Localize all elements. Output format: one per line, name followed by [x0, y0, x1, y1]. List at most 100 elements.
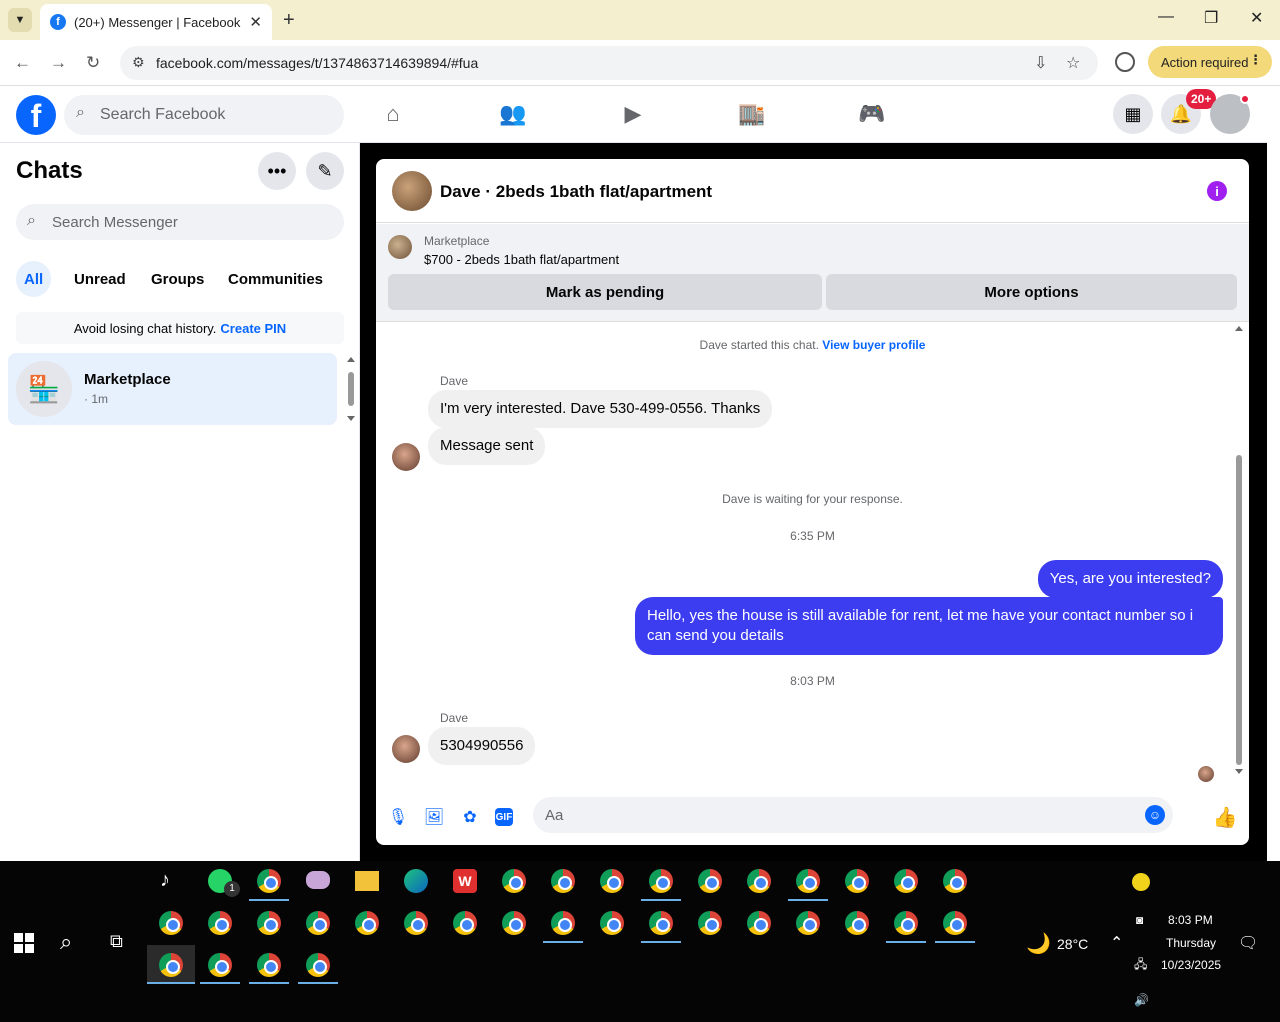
chrome-icon[interactable] — [159, 953, 183, 977]
back-icon[interactable]: ← — [14, 53, 31, 73]
filter-all[interactable]: All — [16, 261, 52, 297]
view-buyer-profile-link[interactable]: View buyer profile — [822, 338, 925, 352]
video-icon[interactable]: ▶ — [619, 100, 647, 128]
chrome-icon[interactable] — [747, 911, 771, 935]
chat-list-item[interactable]: 🏪 Marketplace · 1m — [8, 353, 337, 425]
tiktok-icon[interactable]: ♪ — [160, 869, 170, 892]
app-icon[interactable] — [306, 871, 330, 889]
file-explorer-icon[interactable] — [355, 871, 379, 891]
conversation-scrollbar[interactable] — [1234, 325, 1244, 775]
chrome-icon[interactable] — [208, 953, 232, 977]
outgoing-message[interactable]: Hello, yes the house is still available … — [635, 597, 1223, 655]
dave-avatar[interactable] — [392, 443, 420, 471]
show-hidden-icons-chevron-icon[interactable]: ⌃ — [1110, 933, 1123, 953]
create-pin-link[interactable]: Create PIN — [220, 321, 286, 336]
volume-icon[interactable]: 🔊 — [1134, 993, 1149, 1007]
chrome-icon[interactable] — [355, 911, 379, 935]
chrome-icon[interactable] — [894, 911, 918, 935]
chrome-icon[interactable] — [845, 911, 869, 935]
mark-as-pending-button[interactable]: Mark as pending — [388, 274, 822, 310]
friends-icon[interactable]: 👥 — [499, 100, 527, 128]
chrome-icon[interactable] — [747, 869, 771, 893]
chrome-icon[interactable] — [159, 911, 183, 935]
chrome-icon[interactable] — [698, 869, 722, 893]
filter-groups[interactable]: Groups — [143, 261, 212, 297]
minimize-icon[interactable]: — — [1158, 8, 1174, 26]
search-icon[interactable]: ⌕ — [60, 929, 72, 955]
menu-grid-icon[interactable]: ▦ — [1113, 94, 1153, 134]
reload-icon[interactable]: ↻ — [86, 53, 100, 73]
new-message-icon[interactable]: ✎ — [306, 152, 344, 190]
restore-icon[interactable]: ❐ — [1204, 8, 1218, 28]
microphone-icon[interactable]: 🎙 — [387, 806, 409, 828]
chrome-icon[interactable] — [306, 911, 330, 935]
conversation-title[interactable]: Dave · 2beds 1bath flat/apartment — [440, 182, 712, 202]
chrome-icon[interactable] — [600, 911, 624, 935]
chrome-icon[interactable] — [943, 869, 967, 893]
notification-center-icon[interactable]: 🗨 — [1238, 933, 1258, 953]
info-icon[interactable]: i — [1207, 181, 1227, 201]
close-window-icon[interactable]: ✕ — [1250, 8, 1263, 28]
weather-temp[interactable]: 28°C — [1057, 936, 1088, 952]
chrome-icon[interactable] — [649, 869, 673, 893]
incoming-message[interactable]: I'm very interested. Dave 530-499-0556. … — [428, 390, 773, 428]
more-options-icon[interactable]: ••• — [258, 152, 296, 190]
tab-search-chevron-icon[interactable]: ▼ — [8, 8, 32, 32]
close-tab-icon[interactable]: ✕ — [249, 13, 262, 31]
site-settings-icon[interactable]: ⚙ — [132, 54, 145, 71]
chrome-icon[interactable] — [502, 869, 526, 893]
install-app-icon[interactable]: ⇩ — [1034, 53, 1047, 73]
chrome-icon[interactable] — [894, 869, 918, 893]
windows-start-icon[interactable] — [14, 933, 34, 953]
sidebar-scrollbar[interactable] — [345, 356, 357, 422]
chrome-icon[interactable] — [796, 869, 820, 893]
tray-app-icon[interactable] — [1132, 873, 1150, 891]
action-required-button[interactable]: Action required ⋮ — [1148, 46, 1272, 78]
browser-tab[interactable]: f (20+) Messenger | Facebook ✕ — [40, 4, 272, 40]
chrome-icon[interactable] — [845, 869, 869, 893]
chrome-icon[interactable] — [208, 911, 232, 935]
sticker-icon[interactable]: ✿ — [459, 806, 481, 828]
chrome-icon[interactable] — [600, 869, 624, 893]
url-bar[interactable]: ⚙ facebook.com/messages/t/13748637146398… — [120, 46, 1098, 80]
chrome-icon[interactable] — [404, 911, 428, 935]
bookmark-star-icon[interactable]: ☆ — [1066, 53, 1080, 73]
incoming-message[interactable]: Message sent — [428, 427, 546, 465]
chrome-icon[interactable] — [698, 911, 722, 935]
page-scrollbar[interactable] — [1267, 86, 1280, 861]
chrome-icon[interactable] — [257, 869, 281, 893]
chrome-icon[interactable] — [551, 911, 575, 935]
clock-time[interactable]: 8:03 PM — [1168, 913, 1213, 927]
network-icon[interactable]: 🖧 — [1134, 955, 1147, 976]
clock-day[interactable]: Thursday — [1166, 936, 1216, 950]
like-thumb-icon[interactable]: 👍 — [1213, 806, 1238, 829]
messenger-search-input[interactable]: ⌕ Search Messenger — [16, 204, 344, 240]
chrome-icon[interactable] — [551, 869, 575, 893]
message-input[interactable]: Aa ☺ — [533, 797, 1173, 833]
browser-profile-icon[interactable] — [1115, 52, 1135, 72]
chrome-icon[interactable] — [453, 911, 477, 935]
meet-icon[interactable]: ◙ — [1136, 913, 1143, 927]
more-options-button[interactable]: More options — [826, 274, 1237, 310]
dave-avatar[interactable] — [392, 735, 420, 763]
filter-communities[interactable]: Communities — [220, 261, 331, 297]
task-view-icon[interactable]: ⧉ — [110, 931, 123, 952]
home-icon[interactable]: ⌂ — [379, 100, 407, 128]
conversation-avatar[interactable] — [392, 171, 432, 211]
listing-title[interactable]: $700 - 2beds 1bath flat/apartment — [424, 252, 619, 267]
wps-office-icon[interactable]: W — [453, 869, 477, 893]
chrome-icon[interactable] — [649, 911, 673, 935]
chrome-icon[interactable] — [502, 911, 526, 935]
facebook-search-input[interactable]: ⌕ Search Facebook — [64, 95, 344, 135]
incoming-message[interactable]: 5304990556 — [428, 727, 536, 765]
chrome-icon[interactable] — [257, 953, 281, 977]
filter-unread[interactable]: Unread — [66, 261, 134, 297]
chrome-icon[interactable] — [306, 953, 330, 977]
chrome-icon[interactable] — [257, 911, 281, 935]
photo-attach-icon[interactable]: 🖼 — [423, 806, 445, 828]
more-menu-icon[interactable]: ⋮ — [1249, 52, 1262, 68]
account-avatar[interactable] — [1210, 94, 1250, 134]
gif-icon[interactable]: GIF — [495, 808, 513, 826]
gaming-icon[interactable]: 🎮 — [858, 100, 886, 128]
outgoing-message[interactable]: Yes, are you interested? — [1037, 560, 1223, 598]
